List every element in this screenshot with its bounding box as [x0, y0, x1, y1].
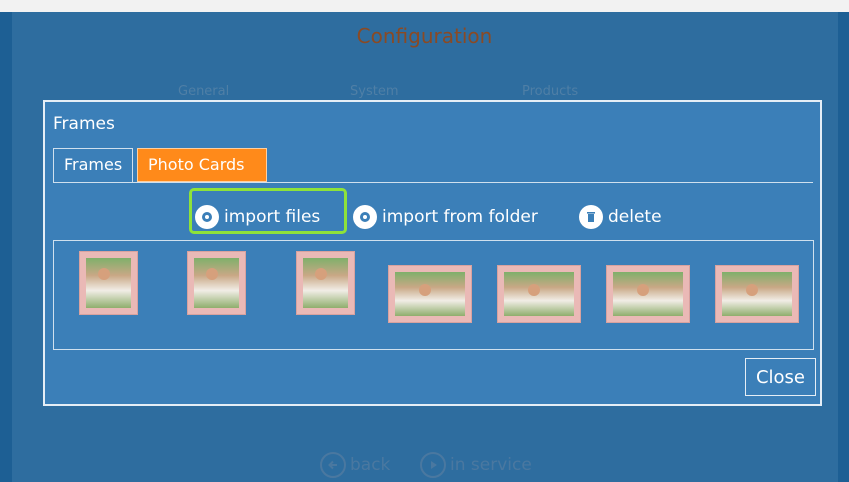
back-label: back — [350, 455, 391, 475]
arrow-left-icon — [320, 452, 346, 478]
person-face — [315, 268, 327, 280]
person-face — [98, 268, 110, 280]
tab-divider — [53, 182, 813, 183]
photo-card-gallery — [53, 240, 814, 350]
in-service-label: in service — [450, 455, 532, 475]
photo-card-thumbnail[interactable] — [187, 251, 246, 315]
photo-card-thumbnail[interactable] — [79, 251, 138, 315]
trash-icon — [579, 205, 603, 229]
gear-icon — [195, 205, 219, 229]
nav-tab-general[interactable]: General — [178, 84, 229, 99]
person-face — [206, 268, 218, 280]
in-service-button[interactable]: in service — [420, 452, 532, 478]
window-top-strip — [0, 0, 849, 12]
person-face — [419, 284, 431, 296]
nav-tab-products[interactable]: Products — [522, 84, 578, 99]
close-button[interactable]: Close — [745, 358, 816, 396]
gear-icon — [353, 205, 377, 229]
photo-card-thumbnail[interactable] — [497, 265, 581, 323]
import-files-label: import files — [224, 207, 321, 227]
person-face — [528, 284, 540, 296]
photo-card-image — [194, 258, 239, 308]
dialog-title: Frames — [53, 114, 115, 134]
import-files-button[interactable]: import files — [195, 202, 320, 232]
photo-card-thumbnail[interactable] — [296, 251, 355, 315]
photo-card-image — [395, 272, 465, 316]
tab-frames[interactable]: Frames — [53, 148, 133, 182]
back-button[interactable]: back — [320, 452, 390, 478]
photo-card-image — [86, 258, 131, 308]
import-from-folder-label: import from folder — [382, 207, 538, 227]
import-from-folder-button[interactable]: import from folder — [353, 202, 538, 232]
nav-tab-system[interactable]: System — [350, 84, 398, 99]
person-face — [746, 284, 758, 296]
photo-card-thumbnail[interactable] — [388, 265, 472, 323]
delete-label: delete — [608, 207, 662, 227]
person-face — [637, 284, 649, 296]
tab-photo-cards[interactable]: Photo Cards — [137, 148, 267, 182]
photo-card-image — [613, 272, 683, 316]
play-icon — [420, 452, 446, 478]
delete-button[interactable]: delete — [579, 202, 662, 232]
page-title: Configuration — [356, 24, 493, 48]
photo-card-image — [504, 272, 574, 316]
photo-card-thumbnail[interactable] — [606, 265, 690, 323]
photo-card-image — [722, 272, 792, 316]
photo-card-image — [303, 258, 348, 308]
frames-dialog: Frames Frames Photo Cards import files i… — [43, 100, 822, 406]
photo-card-thumbnail[interactable] — [715, 265, 799, 323]
